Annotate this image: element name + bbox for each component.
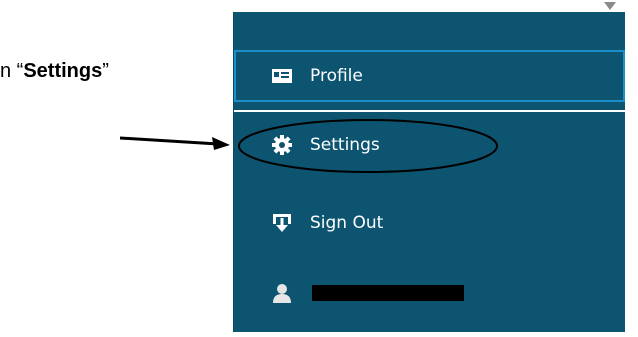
instruction-text: n “Settings”: [0, 60, 200, 90]
menu-item-sign-out[interactable]: Sign Out: [234, 192, 625, 254]
menu-item-label: Profile: [310, 66, 363, 86]
menu-item-label: Sign Out: [310, 213, 384, 233]
user-icon: [272, 283, 292, 303]
redacted-username: [312, 285, 464, 301]
pointer-arrow: [120, 136, 230, 150]
sign-out-icon: [272, 213, 292, 233]
id-card-icon: [272, 66, 292, 86]
menu-item-profile[interactable]: Profile: [234, 50, 625, 102]
instruction-bold: Settings: [23, 60, 103, 82]
instruction-prefix: n “: [0, 60, 24, 82]
chevron-down-icon: [604, 2, 616, 10]
menu-item-user[interactable]: [234, 262, 625, 324]
instruction-suffix: ”: [102, 60, 109, 82]
menu-divider: [234, 110, 625, 112]
highlight-ellipse: [238, 119, 498, 173]
menu-header: [234, 12, 625, 50]
